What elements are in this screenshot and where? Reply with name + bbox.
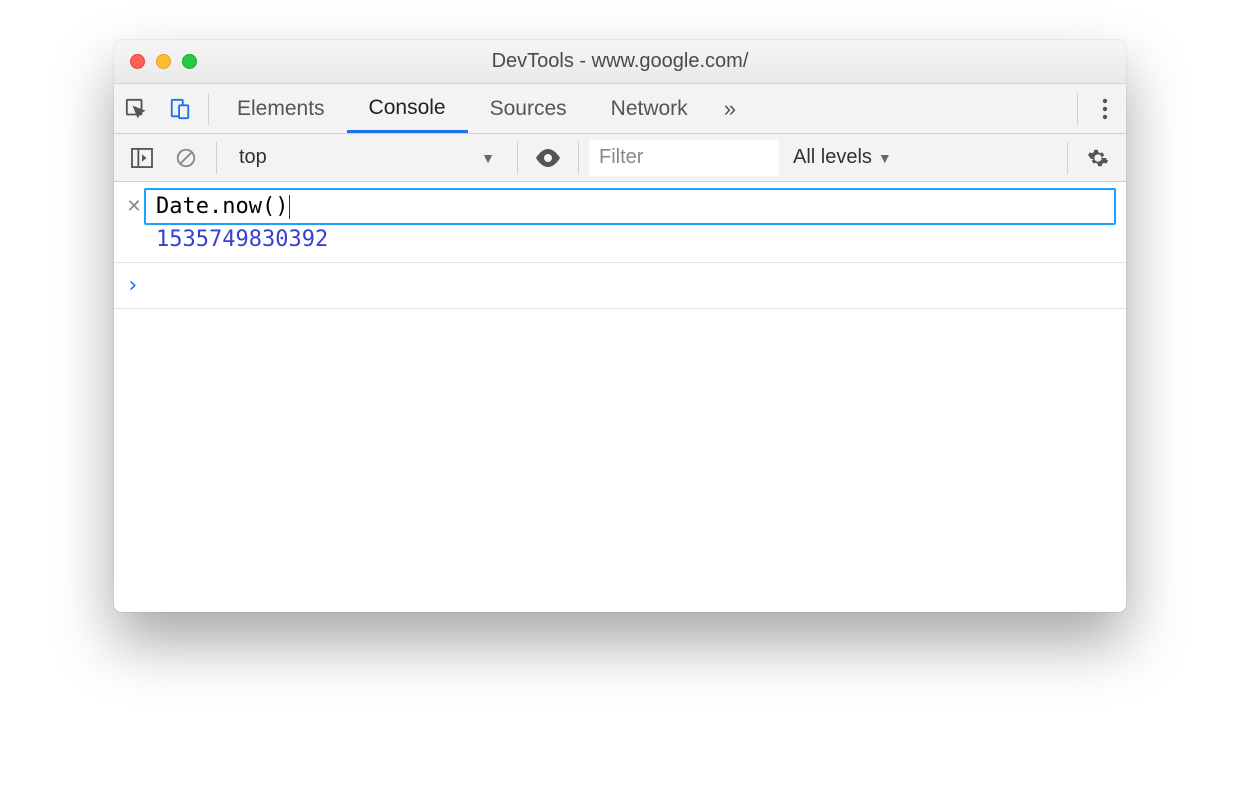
clear-console-icon[interactable] [166, 138, 206, 178]
console-body: ✕ Date.now() 1535749830392 › [114, 182, 1126, 612]
console-prompt[interactable]: › [114, 263, 1126, 309]
console-settings-gear-icon[interactable] [1078, 138, 1118, 178]
traffic-lights [130, 54, 197, 69]
console-toolbar: top ▼ Filter All levels ▼ [114, 134, 1126, 182]
log-levels-label: All levels [793, 146, 872, 169]
live-expression-text: Date.now() [156, 194, 288, 219]
divider [578, 142, 579, 174]
tab-console[interactable]: Console [347, 85, 468, 133]
remove-live-expression-icon[interactable]: ✕ [124, 196, 144, 217]
filter-placeholder: Filter [599, 146, 643, 169]
divider [216, 142, 217, 174]
titlebar: DevTools - www.google.com/ [114, 40, 1126, 84]
dropdown-triangle-icon: ▼ [481, 150, 495, 166]
window-title: DevTools - www.google.com/ [114, 50, 1126, 73]
devtools-menu-icon[interactable] [1084, 98, 1126, 120]
divider [1067, 142, 1068, 174]
execution-context-label: top [239, 146, 267, 169]
live-expression-eye-icon[interactable] [528, 138, 568, 178]
console-empty-area[interactable] [114, 309, 1126, 569]
inspect-element-icon[interactable] [114, 85, 158, 133]
devtools-window: DevTools - www.google.com/ Elements Cons… [114, 40, 1126, 612]
close-window-button[interactable] [130, 54, 145, 69]
divider [517, 142, 518, 174]
live-expression-result: 1535749830392 [114, 225, 1126, 263]
execution-context-selector[interactable]: top ▼ [227, 140, 507, 176]
toggle-console-sidebar-icon[interactable] [122, 138, 162, 178]
dropdown-triangle-icon: ▼ [878, 150, 892, 166]
tab-elements[interactable]: Elements [215, 85, 347, 133]
toggle-device-toolbar-icon[interactable] [158, 85, 202, 133]
divider [208, 93, 209, 125]
tab-network[interactable]: Network [589, 85, 710, 133]
live-expression-input[interactable]: Date.now() [144, 188, 1116, 225]
tab-sources[interactable]: Sources [468, 85, 589, 133]
console-filter-input[interactable]: Filter [589, 140, 779, 176]
log-levels-selector[interactable]: All levels ▼ [783, 146, 902, 169]
live-expression-row: ✕ Date.now() [114, 182, 1126, 225]
minimize-window-button[interactable] [156, 54, 171, 69]
zoom-window-button[interactable] [182, 54, 197, 69]
more-tabs-chevron-icon[interactable]: » [710, 96, 750, 122]
divider [1077, 93, 1078, 125]
devtools-tabs-row: Elements Console Sources Network » [114, 84, 1126, 134]
